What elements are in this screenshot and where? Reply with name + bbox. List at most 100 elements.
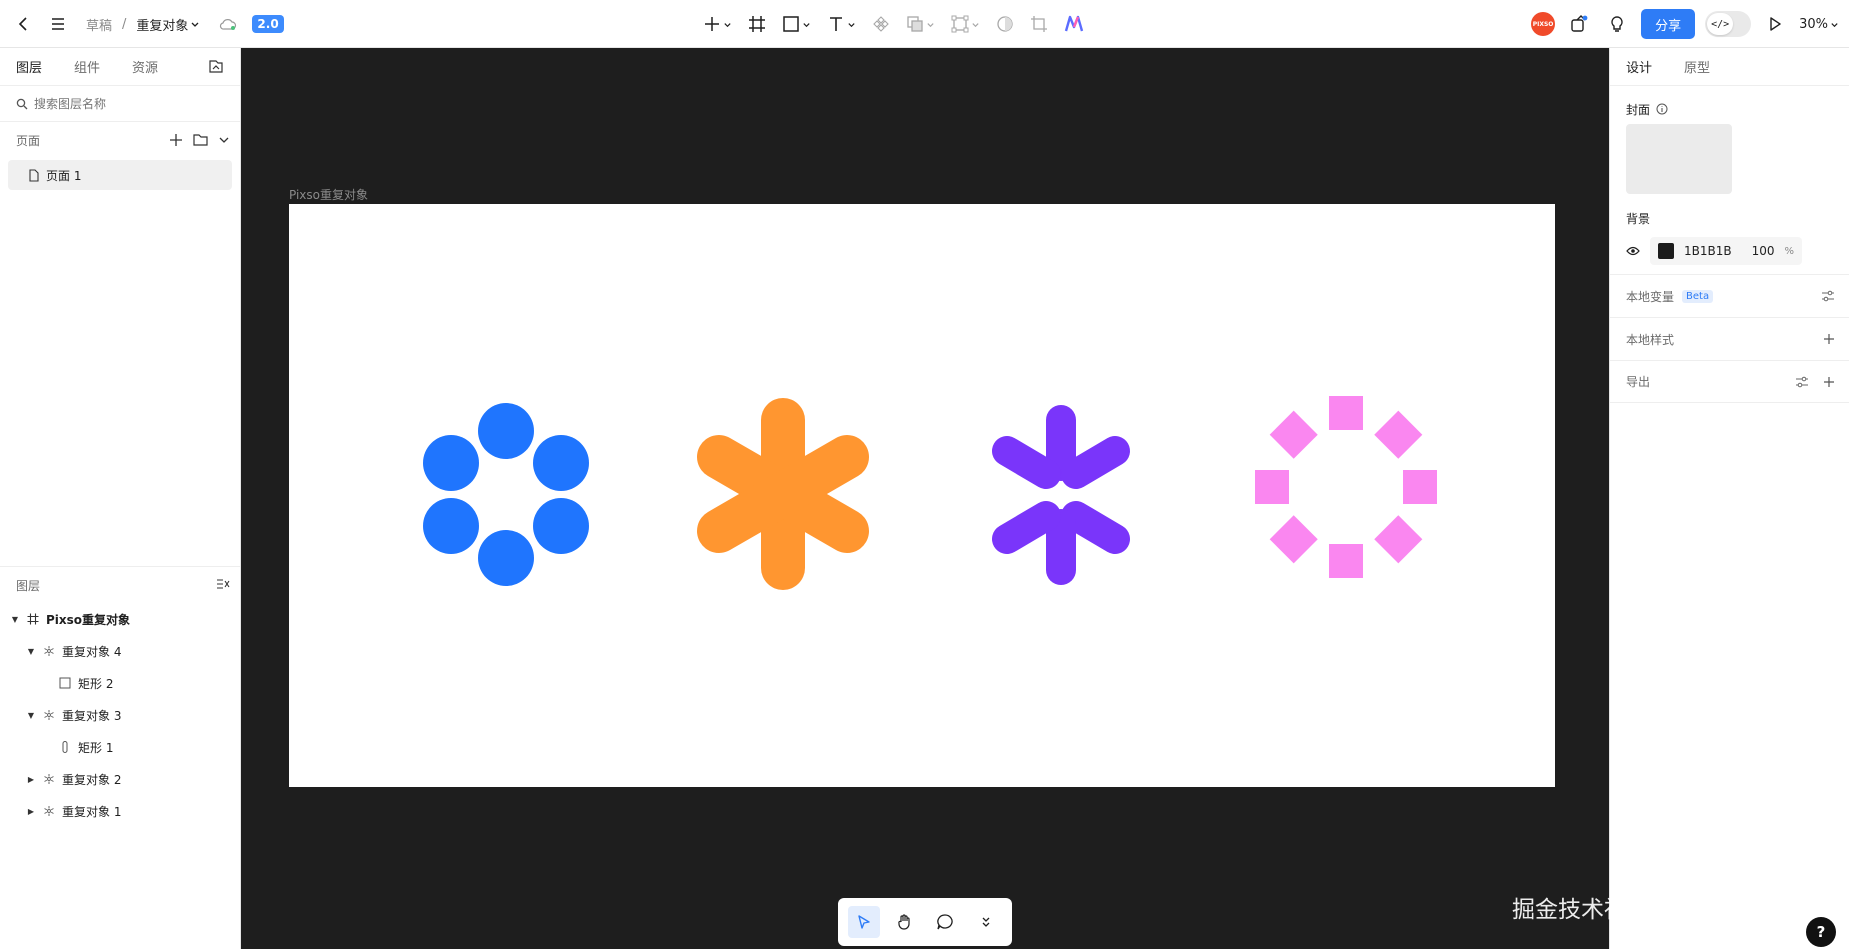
double-chevron-icon <box>982 917 990 927</box>
lightbulb-icon[interactable] <box>1603 10 1631 38</box>
repeat-object-3-rays[interactable] <box>992 405 1130 585</box>
component-tool[interactable] <box>869 9 893 39</box>
share-button[interactable]: 分享 <box>1641 9 1696 39</box>
blue-circle <box>478 403 534 459</box>
chevron-down-icon[interactable] <box>218 134 230 146</box>
cover-header: 封面 <box>1610 86 1849 120</box>
crop-icon <box>1031 16 1047 32</box>
crop-tool[interactable] <box>1027 9 1051 39</box>
hand-tool[interactable] <box>889 906 921 938</box>
breadcrumb-drafts[interactable]: 草稿 <box>86 15 112 34</box>
layers-title: 图层 <box>16 578 41 593</box>
more-tools[interactable] <box>970 906 1002 938</box>
frame-pixso-repeat[interactable] <box>289 204 1555 787</box>
layer-row[interactable]: ▼ 重复对象 3 <box>0 699 240 731</box>
shape-tool[interactable] <box>779 9 814 39</box>
background-fill-field[interactable]: 1B1B1B 100 % <box>1650 237 1802 265</box>
eye-icon[interactable] <box>1626 246 1640 256</box>
plus-icon <box>705 17 719 31</box>
color-swatch[interactable] <box>1658 243 1674 259</box>
page-icon <box>29 168 39 182</box>
play-icon[interactable] <box>1761 10 1789 38</box>
boolean-tool[interactable] <box>903 9 938 39</box>
library-icon[interactable] <box>208 58 224 78</box>
layer-search[interactable] <box>0 86 240 122</box>
background-header: 背景 <box>1610 194 1849 228</box>
add-page-icon[interactable] <box>169 133 183 147</box>
caret-right-icon[interactable]: ▶ <box>26 775 36 784</box>
purple-ray <box>992 436 1061 489</box>
help-button[interactable]: ? <box>1806 917 1836 947</box>
layer-name: 重复对象 4 <box>62 644 122 659</box>
folder-icon[interactable] <box>193 133 208 147</box>
dev-mode-toggle[interactable]: </> <box>1705 11 1752 37</box>
cover-thumbnail[interactable] <box>1626 124 1732 194</box>
frame-icon <box>749 16 765 32</box>
tab-components[interactable]: 组件 <box>74 57 100 76</box>
chevron-down-icon <box>927 22 934 27</box>
user-avatar[interactable]: PIXSO <box>1531 12 1556 36</box>
text-icon <box>830 17 842 31</box>
page-item[interactable]: 页面 1 <box>8 160 232 190</box>
repeat-object-4-squares[interactable] <box>1255 396 1437 578</box>
tab-prototype[interactable]: 原型 <box>1684 57 1710 76</box>
text-tool[interactable] <box>824 9 859 39</box>
local-styles-title: 本地样式 <box>1626 332 1675 347</box>
blue-circle <box>478 530 534 586</box>
layer-row[interactable]: ▶ 重复对象 2 <box>0 763 240 795</box>
purple-ray <box>992 501 1061 554</box>
mask-tool[interactable] <box>993 9 1017 39</box>
info-icon[interactable] <box>1656 103 1668 115</box>
menu-icon[interactable] <box>44 10 72 38</box>
repeat-icon <box>42 773 56 785</box>
vector-tool[interactable] <box>948 9 983 39</box>
search-input[interactable] <box>34 96 214 111</box>
purple-ray <box>1061 436 1130 489</box>
ai-tool[interactable] <box>1061 9 1087 39</box>
version-badge[interactable]: 2.0 <box>252 15 284 33</box>
layer-list: ▼ Pixso重复对象 ▼ 重复对象 4 矩形 2 ▼ 重复对象 3 矩形 1 ▶ 重复对象 2 ▶… <box>0 603 240 827</box>
frame-label[interactable]: Pixso重复对象 <box>289 186 368 203</box>
layer-row[interactable]: 矩形 2 <box>0 667 240 699</box>
sliders-icon[interactable] <box>1821 289 1835 303</box>
layers-header: 图层 <box>0 567 240 603</box>
sliders-icon[interactable] <box>1795 375 1809 389</box>
back-icon[interactable] <box>10 10 38 38</box>
frame-tool[interactable] <box>745 9 769 39</box>
tab-layers[interactable]: 图层 <box>16 57 42 76</box>
layer-row[interactable]: 矩形 1 <box>0 731 240 763</box>
tab-assets[interactable]: 资源 <box>132 57 158 76</box>
caret-right-icon[interactable]: ▶ <box>26 807 36 816</box>
zoom-dropdown[interactable]: 30% <box>1799 17 1839 32</box>
tab-design[interactable]: 设计 <box>1626 57 1652 76</box>
cloud-sync-icon[interactable] <box>214 10 242 38</box>
frame-artwork <box>423 396 1437 590</box>
local-styles-row[interactable]: 本地样式 <box>1610 317 1849 360</box>
layer-row[interactable]: ▼ 重复对象 4 <box>0 635 240 667</box>
cursor-icon <box>858 915 870 929</box>
cover-title: 封面 <box>1626 102 1651 117</box>
repeat-object-2-asterisk[interactable] <box>697 398 869 590</box>
comment-tool[interactable] <box>929 906 961 938</box>
background-opacity[interactable]: 100 <box>1752 244 1775 258</box>
caret-down-icon[interactable]: ▼ <box>26 711 36 720</box>
layer-row[interactable]: ▼ Pixso重复对象 <box>0 603 240 635</box>
collapse-all-icon[interactable] <box>216 578 230 593</box>
caret-down-icon[interactable]: ▼ <box>10 615 20 624</box>
file-name-dropdown[interactable]: 重复对象 <box>136 15 200 34</box>
plugin-icon[interactable] <box>1565 10 1593 38</box>
export-row[interactable]: 导出 <box>1610 360 1849 403</box>
caret-down-icon[interactable]: ▼ <box>26 647 36 656</box>
rect-icon <box>58 677 72 689</box>
component-icon <box>873 16 889 32</box>
repeat-object-1-circles[interactable] <box>423 403 589 586</box>
plus-icon[interactable] <box>1823 376 1835 388</box>
comment-icon <box>937 914 953 930</box>
move-tool[interactable] <box>848 906 881 938</box>
local-variables-row[interactable]: 本地变量 Beta <box>1610 274 1849 317</box>
plus-icon[interactable] <box>1823 333 1835 345</box>
layer-row[interactable]: ▶ 重复对象 1 <box>0 795 240 827</box>
canvas[interactable]: Pixso重复对象 <box>241 48 1609 949</box>
background-hex[interactable]: 1B1B1B <box>1684 244 1732 258</box>
add-tool[interactable] <box>700 9 735 39</box>
